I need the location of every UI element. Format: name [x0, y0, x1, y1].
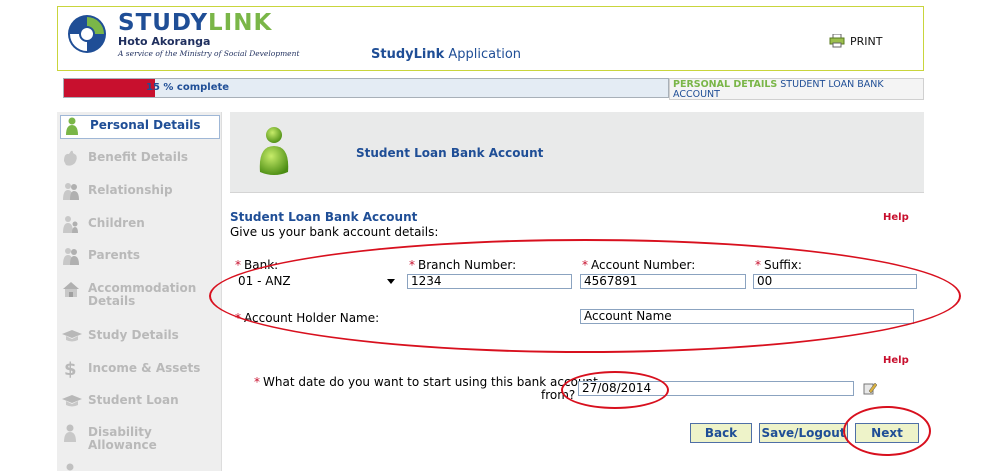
brand-name: STUDYLINK [118, 11, 272, 35]
holder-label-text: Account Holder Name: [244, 311, 380, 325]
holder-label: * Account Holder Name: [235, 311, 380, 325]
next-button[interactable]: Next [855, 423, 919, 443]
progress-bar: 15 % complete [63, 78, 669, 98]
branch-number-input[interactable]: 1234 [407, 274, 572, 289]
brand-study-text: STUDY [118, 10, 209, 36]
sidebar-item-more[interactable] [57, 462, 222, 471]
sidebar-item-label: Relationship [88, 183, 173, 197]
sidebar-item-label: Children [88, 216, 145, 230]
couple-icon [62, 181, 88, 201]
dollar-icon: $ [62, 359, 88, 379]
suffix-input[interactable]: 00 [753, 274, 917, 289]
person-green-icon [64, 116, 90, 136]
sidebar-item-children[interactable]: Children [57, 214, 222, 234]
print-button[interactable]: PRINT [829, 34, 882, 48]
app-title-rest: Application [448, 47, 522, 62]
account-label: * Account Number: [582, 258, 696, 272]
sidebar-item-label: Parents [88, 248, 141, 262]
sidebar-item-disability-allowance[interactable]: Disability Allowance [57, 423, 222, 452]
start-date-label: * What date do you want to start using th… [254, 375, 598, 389]
help-link[interactable]: Help [883, 212, 909, 223]
section-description: Give us your bank account details: [230, 225, 439, 239]
chevron-down-icon [387, 279, 395, 284]
sidebar-item-student-loan[interactable]: Student Loan [57, 391, 222, 411]
sidebar: Personal Details Benefit Details Relatio… [57, 112, 222, 471]
suffix-label: * Suffix: [755, 258, 802, 272]
back-button[interactable]: Back [690, 423, 752, 443]
calendar-pencil-icon[interactable] [863, 381, 877, 395]
breadcrumb: PERSONAL DETAILS STUDENT LOAN BANK ACCOU… [669, 78, 924, 100]
section-title: Student Loan Bank Account [230, 210, 418, 224]
start-date-input[interactable]: 27/08/2014 [578, 381, 854, 396]
branch-label: * Branch Number: [409, 258, 517, 272]
sidebar-item-label: Disability Allowance [88, 425, 157, 452]
bank-label: * Bank: [235, 258, 279, 272]
account-holder-input[interactable]: Account Name [580, 309, 914, 324]
save-logout-button[interactable]: Save/Logout [759, 423, 848, 443]
bank-select[interactable]: 01 - ANZ [236, 274, 399, 289]
studylink-logo-icon [68, 15, 106, 53]
app-title-bold: StudyLink [371, 47, 445, 62]
sidebar-item-income-assets[interactable]: $ Income & Assets [57, 359, 222, 379]
hand-icon [62, 148, 88, 168]
person-icon [62, 462, 88, 471]
sidebar-item-label: Study Details [88, 328, 179, 342]
bank-select-value: 01 - ANZ [238, 274, 291, 288]
account-number-input[interactable]: 4567891 [580, 274, 746, 289]
printer-icon [829, 34, 845, 48]
help-link[interactable]: Help [883, 355, 909, 366]
panel-title: Student Loan Bank Account [356, 146, 544, 160]
sidebar-item-label: Benefit Details [88, 150, 189, 164]
brand-link-text: LINK [208, 10, 273, 36]
panel-header: Student Loan Bank Account [230, 112, 924, 193]
sidebar-item-benefit-details[interactable]: Benefit Details [57, 148, 222, 168]
progress-fill [64, 79, 155, 97]
person-green-icon [259, 127, 289, 175]
start-date-label-from: from? [541, 388, 576, 402]
grad-cap-icon [62, 391, 88, 411]
brand-subtitle: Hoto Akoranga [118, 35, 211, 48]
progress-label: 15 % complete [146, 82, 230, 93]
sidebar-item-personal-details[interactable]: Personal Details [60, 115, 220, 139]
branch-label-text: Branch Number: [418, 258, 517, 272]
account-label-text: Account Number: [591, 258, 696, 272]
sidebar-item-study-details[interactable]: Study Details [57, 326, 222, 346]
app-title: StudyLink Application [371, 47, 521, 62]
page-header: STUDYLINK Hoto Akoranga A service of the… [57, 6, 924, 71]
start-date-label-text: What date do you want to start using thi… [263, 375, 598, 389]
bank-label-text: Bank: [244, 258, 279, 272]
children-icon [62, 214, 88, 234]
parents-icon [62, 246, 88, 266]
grad-cap-icon [62, 326, 88, 346]
sidebar-item-label: Accommodation Details [88, 281, 197, 308]
sidebar-item-label: Student Loan [88, 393, 179, 407]
suffix-label-text: Suffix: [764, 258, 802, 272]
brand-tagline: A service of the Ministry of Social Deve… [118, 49, 300, 58]
print-label: PRINT [850, 34, 883, 48]
sidebar-item-relationship[interactable]: Relationship [57, 181, 222, 201]
person-icon [62, 423, 88, 443]
annotation-oval-bank-fields [209, 239, 961, 353]
svg-text:$: $ [64, 359, 77, 379]
sidebar-item-parents[interactable]: Parents [57, 246, 222, 266]
sidebar-item-label: Personal Details [90, 118, 201, 132]
house-icon [62, 279, 88, 299]
sidebar-item-label: Income & Assets [88, 361, 201, 375]
sidebar-item-accommodation-details[interactable]: Accommodation Details [57, 279, 222, 308]
